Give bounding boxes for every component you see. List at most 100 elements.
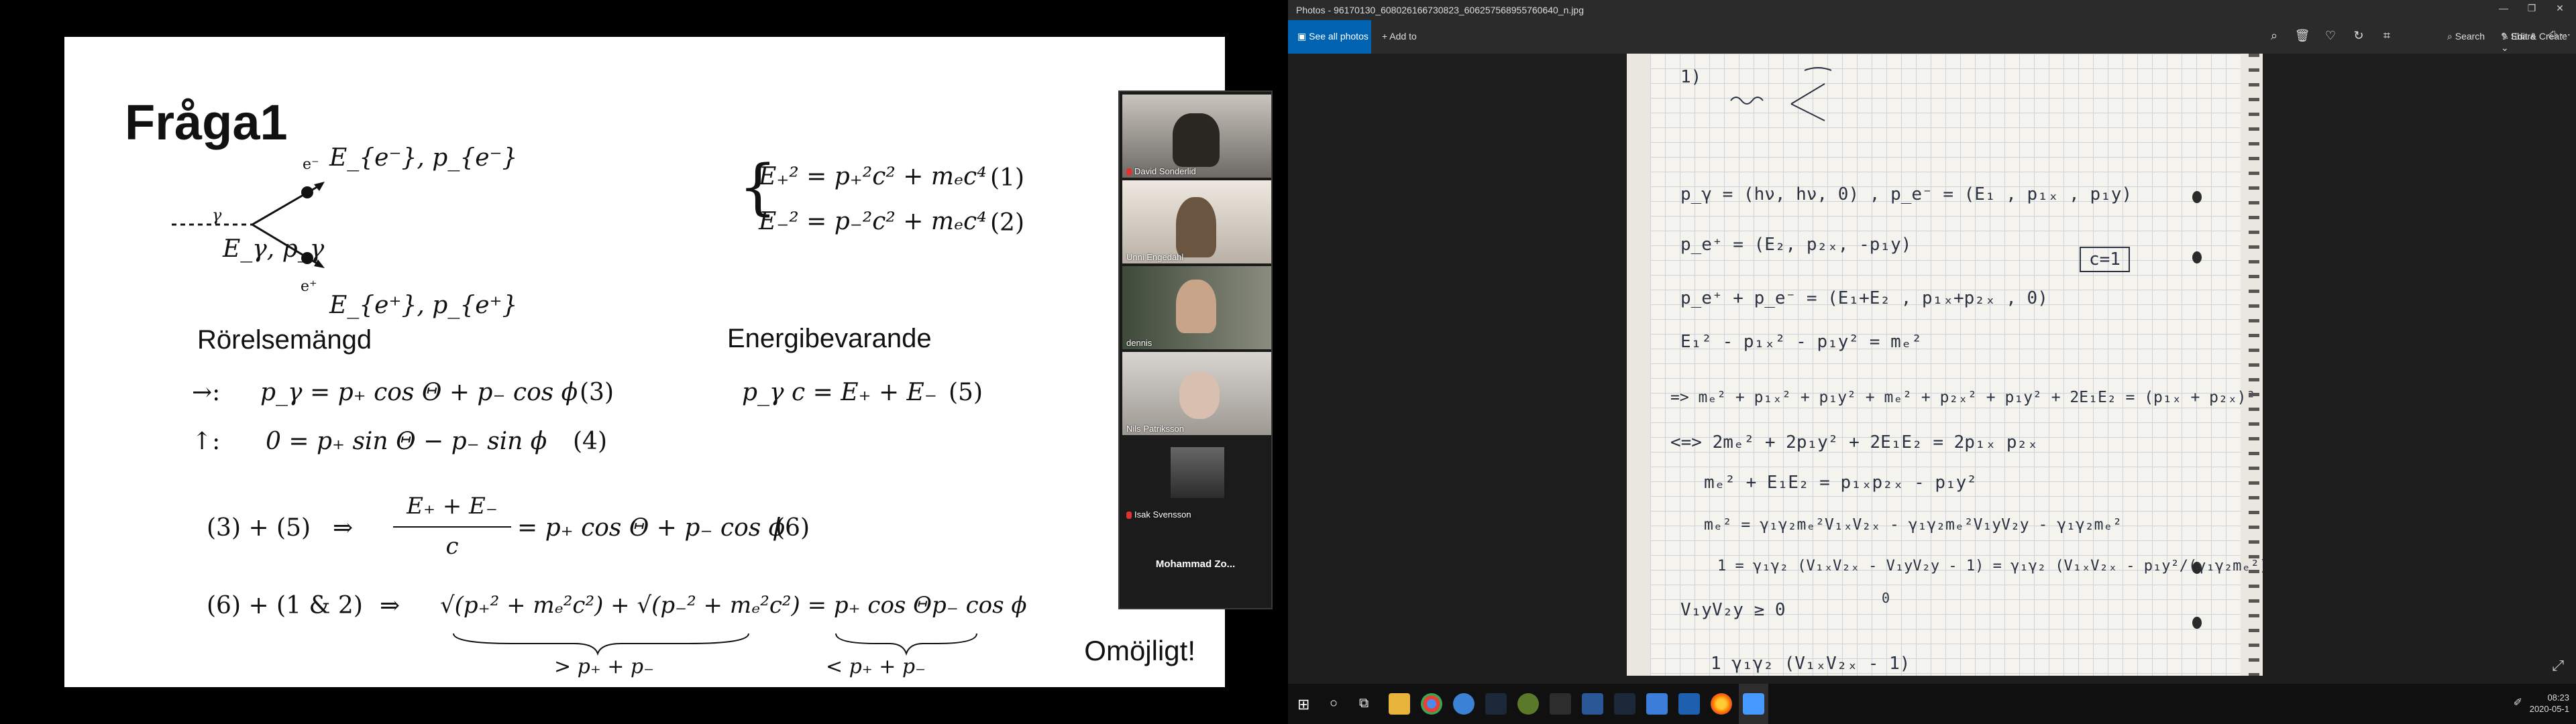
eq6-arrow: ⇒ <box>333 514 354 542</box>
search-icon[interactable]: ○ <box>1330 696 1338 711</box>
video-tile[interactable]: Nils Patriksson <box>1122 352 1271 435</box>
search-icon: ⌕ <box>2447 31 2455 42</box>
conclusion-text: Omöjligt! <box>1084 635 1195 666</box>
see-all-photos-button[interactable]: ▣ See all photos <box>1288 20 1371 54</box>
notebook-spiral <box>2249 54 2259 676</box>
expand-icon[interactable]: ⤢ <box>2552 657 2564 674</box>
title-bar: Photos - 96170130_608026166730823_606257… <box>1288 0 2576 20</box>
participant-avatar <box>1171 447 1224 498</box>
word-icon[interactable] <box>1582 693 1603 715</box>
note-line: p_e⁺ = (E₂, p₂ₓ, -p₁y) <box>1680 235 1912 255</box>
app-icon[interactable] <box>1453 693 1474 715</box>
equation-7: √(p₊² + mₑ²c²) + √(p₋² + mₑ²c²) = p₊ cos… <box>440 592 1027 619</box>
equation-4-number: (4) <box>573 428 607 455</box>
equation-2: E₋² = p₋²c² + mₑc⁴ <box>759 208 987 235</box>
firefox-icon[interactable] <box>1711 693 1732 715</box>
eq4-direction: ↑: <box>192 428 221 455</box>
equation-5-number: (5) <box>949 379 983 406</box>
note-line: p_e⁺ + p_e⁻ = (E₁+E₂ , p₁ₓ+p₂ₓ , 0) <box>1680 288 2048 308</box>
eq6-numerator: E₊ + E₋ <box>407 493 498 520</box>
crop-icon[interactable]: ⌗ <box>2379 29 2395 45</box>
note-line: 0 <box>1882 590 1890 606</box>
participant-name-tile: Unni Engedahl <box>1126 252 1184 262</box>
participant-name-only[interactable]: Mohammad Zo... <box>1120 558 1271 570</box>
note-line: 1) <box>1680 67 1702 87</box>
video-tile[interactable]: Unni Engedahl <box>1122 180 1271 263</box>
more-options-icon[interactable]: ⋯ <box>2560 28 2571 42</box>
clock[interactable]: 08:23 2020-05-1 <box>2530 692 2569 715</box>
participant-video <box>1173 113 1220 167</box>
graph-paper-page: 1) p_γ = (hν, hν, 0) , p_e⁻ = (E₁ , p₁ₓ … <box>1650 54 2263 676</box>
participant-video <box>1176 280 1216 333</box>
photos-toolbar: ▣ See all photos + Add to ⌕ 🗑 ♡ ↻ ⌗ ⌕ Se… <box>1288 20 2576 54</box>
chevron-down-icon: ⌄ <box>2501 42 2509 53</box>
photos-taskbar-icon[interactable] <box>1678 693 1700 715</box>
note-line: => mₑ² + p₁ₓ² + p₁y² + mₑ² + p₂ₓ² + p₁y²… <box>1670 389 2256 406</box>
app-icon[interactable] <box>1517 693 1539 715</box>
binder-hole <box>2192 191 2202 203</box>
photon-vars: E_γ, p_γ <box>223 235 325 263</box>
positron-label: e⁺ <box>301 278 317 295</box>
brace-left-label: > p₊ + p₋ <box>554 655 654 678</box>
eq6-lhs: (3) + (5) <box>207 514 311 542</box>
rotate-icon[interactable]: ↻ <box>2351 29 2367 45</box>
eq3-direction: →: <box>192 379 221 406</box>
favorite-icon[interactable]: ♡ <box>2322 29 2339 45</box>
mic-muted-icon <box>1126 511 1132 520</box>
note-line: <=> 2mₑ² + 2p₁y² + 2E₁E₂ = 2p₁ₓ p₂ₓ <box>1670 432 2038 452</box>
search-button[interactable]: ⌕ Search <box>2447 31 2485 42</box>
participant-name-tile: Isak Svensson <box>1126 509 1191 520</box>
share-button[interactable]: ⇪ Share <box>2500 31 2536 42</box>
electron-vars: E_{e⁻}, p_{e⁻} <box>329 144 518 172</box>
equation-1: E₊² = p₊²c² + mₑc⁴ <box>759 163 987 190</box>
video-gallery: David Sonderlid Unni Engedahl dennis Nil… <box>1118 90 1273 609</box>
equation-4: 0 = p₊ sin Θ − p₋ sin ϕ <box>266 428 547 455</box>
file-explorer-icon[interactable] <box>1389 693 1410 715</box>
mic-muted-icon <box>1126 168 1132 176</box>
photos-app-window: Photos - 96170130_608026166730823_606257… <box>1288 0 2576 724</box>
equation-3: p_γ = p₊ cos Θ + p₋ cos ϕ <box>260 379 578 406</box>
video-tile[interactable]: dennis <box>1122 266 1271 349</box>
steam-icon[interactable] <box>1485 693 1507 715</box>
participant-video <box>1176 197 1216 257</box>
eq6-denominator: c <box>445 533 459 560</box>
minimize-icon[interactable]: — <box>2490 3 2517 17</box>
add-to-button[interactable]: + Add to <box>1382 31 1417 42</box>
close-icon[interactable]: ✕ <box>2546 3 2573 17</box>
photo-viewer: 1) p_γ = (hν, hν, 0) , p_e⁻ = (E₁ , p₁ₓ … <box>1288 54 2576 684</box>
positron-vars: E_{e⁺}, p_{e⁺} <box>329 292 518 319</box>
maximize-icon[interactable]: ❐ <box>2518 3 2545 17</box>
note-line: p_γ = (hν, hν, 0) , p_e⁻ = (E₁ , p₁ₓ , p… <box>1680 184 2133 204</box>
equation-6: = p₊ cos Θ + p₋ cos ϕ <box>517 514 786 542</box>
task-view-icon[interactable]: ⧉ <box>1359 696 1368 711</box>
note-line: mₑ² = γ₁γ₂mₑ²V₁ₓV₂ₓ - γ₁γ₂mₑ²V₁yV₂y - γ₁… <box>1704 516 2123 534</box>
equation-5: p_γ c = E₊ + E₋ <box>742 379 937 406</box>
active-app-highlight <box>1739 684 1768 724</box>
note-line: V₁yV₂y ≥ 0 <box>1680 600 1786 620</box>
pen-icon[interactable]: ✐ <box>2514 696 2522 709</box>
chrome-icon[interactable] <box>1421 693 1442 715</box>
photos-icon: ▣ <box>1297 31 1309 42</box>
eq6-fraction-bar <box>393 526 511 528</box>
delete-icon[interactable]: 🗑 <box>2294 29 2310 45</box>
steam-icon[interactable] <box>1614 693 1635 715</box>
eq7-arrow: ⇒ <box>380 592 400 619</box>
zoom-icon[interactable]: ⌕ <box>2266 29 2282 45</box>
shared-screen: Fråga1 e⁻ E_{e⁻}, p_{e⁻} e⁺ E_{e⁺}, p_{e… <box>0 0 1288 724</box>
equation-1-number: (1) <box>990 164 1024 192</box>
electron-label: e⁻ <box>303 156 319 173</box>
notebook-photo: 1) p_γ = (hν, hν, 0) , p_e⁻ = (E₁ , p₁ₓ … <box>1627 54 2263 676</box>
app-icon[interactable] <box>1550 693 1571 715</box>
eq7-lhs: (6) + (1 & 2) <box>207 592 363 619</box>
video-tile[interactable]: Isak Svensson <box>1122 438 1271 521</box>
video-tile[interactable]: David Sonderlid <box>1122 95 1271 178</box>
app-icon[interactable] <box>1646 693 1668 715</box>
clock-time: 08:23 <box>2547 692 2569 703</box>
equation-2-number: (2) <box>990 209 1024 237</box>
start-icon[interactable]: ⊞ <box>1297 696 1309 713</box>
note-line: 1 γ₁γ₂ (V₁ₓV₂ₓ - 1) <box>1711 654 1911 674</box>
note-line: 1 = γ₁γ₂ (V₁ₓV₂ₓ - V₁yV₂y - 1) = γ₁γ₂ (V… <box>1717 558 2263 575</box>
note-line: E₁² - p₁ₓ² - p₁y² = mₑ² <box>1680 332 1923 352</box>
presentation-slide: Fråga1 e⁻ E_{e⁻}, p_{e⁻} e⁺ E_{e⁺}, p_{e… <box>64 37 1225 687</box>
print-icon[interactable]: ⎙ <box>2548 29 2557 42</box>
